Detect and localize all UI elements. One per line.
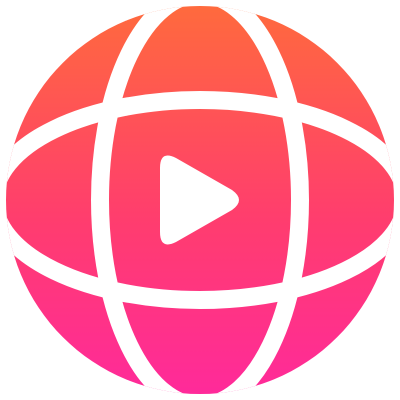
app-icon-canvas <box>0 0 400 400</box>
globe-play-icon <box>6 6 394 394</box>
